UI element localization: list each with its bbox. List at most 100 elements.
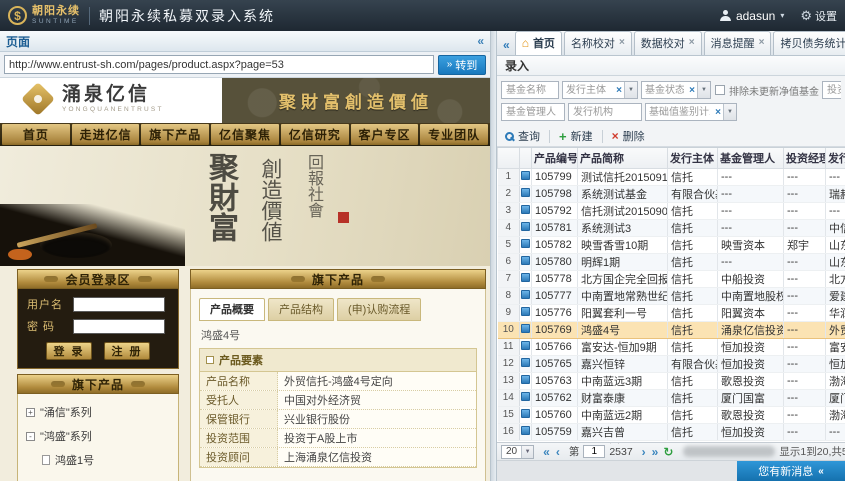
tab-data-check[interactable]: 数据校对 × <box>634 31 702 55</box>
clear-icon[interactable]: × <box>687 85 697 96</box>
site-logo[interactable]: 涌泉亿信 YONGQUANENTRUST <box>22 83 164 115</box>
site-nav-item[interactable]: 旗下产品 <box>141 124 209 145</box>
dropdown-icon[interactable]: ▼ <box>697 82 710 98</box>
org-filter[interactable] <box>568 103 642 121</box>
row-detail-icon[interactable] <box>521 307 530 316</box>
tab-message-reminder[interactable]: 消息提醒 × <box>704 31 772 55</box>
base-filter[interactable]: × ▼ <box>645 103 737 121</box>
site-nav-item[interactable]: 首页 <box>2 124 70 145</box>
close-icon[interactable]: × <box>689 38 695 48</box>
issuer-filter-input[interactable] <box>563 83 614 97</box>
dropdown-icon[interactable]: ▼ <box>624 82 637 98</box>
site-nav-item[interactable]: 专业团队 <box>420 124 488 145</box>
issuer-filter[interactable]: × ▼ <box>562 81 638 99</box>
row-detail-icon[interactable] <box>521 358 530 367</box>
expand-icon[interactable]: + <box>26 408 35 417</box>
table-row[interactable]: 15 105760 中南蓝远2期 信托 歌恩投资 --- 渤海 <box>498 406 845 423</box>
pm-filter[interactable] <box>822 81 841 99</box>
tab-home[interactable]: ⌂ 首页 <box>515 31 562 55</box>
row-detail-icon[interactable] <box>521 273 530 282</box>
row-detail-icon[interactable] <box>521 222 530 231</box>
site-nav-item[interactable]: 客户专区 <box>351 124 419 145</box>
clear-icon[interactable]: × <box>614 85 624 96</box>
user-menu[interactable]: adasun ▾ <box>720 9 784 23</box>
row-detail-icon[interactable] <box>521 324 530 333</box>
row-detail-icon[interactable] <box>521 188 530 197</box>
panel-splitter[interactable] <box>490 31 497 481</box>
table-row[interactable]: 5 105782 映雪香雪10期 信托 映雪资本 郑宇 山东 <box>498 236 845 253</box>
tree-item-yongxin-series[interactable]: + "涌信"系列 <box>26 400 170 424</box>
table-row[interactable]: 9 105776 阳翼套利一号 信托 阳翼资本 --- 华润 <box>498 304 845 321</box>
row-detail-icon[interactable] <box>521 426 530 435</box>
fund-status-filter-input[interactable] <box>642 83 687 97</box>
fund-name-filter[interactable] <box>501 81 559 99</box>
col-header-manager[interactable]: 基金管理人 <box>718 148 784 168</box>
close-icon[interactable]: × <box>619 38 625 48</box>
page-number-input[interactable] <box>583 445 605 458</box>
table-row[interactable]: 14 105762 财富泰康 信托 厦门国富 --- 厦门 <box>498 389 845 406</box>
tab-product-structure[interactable]: 产品结构 <box>268 298 334 321</box>
username-input[interactable] <box>73 297 165 312</box>
checkbox-icon[interactable] <box>715 85 725 95</box>
tab-product-summary[interactable]: 产品概要 <box>199 298 265 321</box>
row-detail-icon[interactable] <box>521 375 530 384</box>
base-filter-input[interactable] <box>646 105 713 119</box>
col-header-product-id[interactable]: 产品编号 <box>532 148 578 168</box>
first-page-button[interactable]: « <box>542 446 551 458</box>
url-input[interactable] <box>4 55 434 74</box>
row-detail-icon[interactable] <box>521 205 530 214</box>
password-input[interactable] <box>73 319 165 334</box>
table-row[interactable]: 13 105763 中南蓝远3期 信托 歌恩投资 --- 渤海 <box>498 372 845 389</box>
next-page-button[interactable]: › <box>641 446 647 458</box>
refresh-icon[interactable]: ↻ <box>663 445 673 459</box>
row-detail-icon[interactable] <box>521 171 530 180</box>
table-row[interactable]: 12 105765 嘉兴恒锌 有限合伙基金 恒加投资 --- 恒加 <box>498 355 845 372</box>
table-row[interactable]: 11 105766 富安达-恒加9期 信托 恒加投资 --- 富安 <box>498 338 845 355</box>
collapse-icon[interactable]: - <box>26 432 35 441</box>
tab-scroll-left-icon[interactable]: « <box>500 38 513 52</box>
exclude-stale-nav-filter[interactable]: 排除未更新净值基金 <box>715 83 819 98</box>
site-nav-item[interactable]: 亿信聚焦 <box>211 124 279 145</box>
row-detail-icon[interactable] <box>521 409 530 418</box>
collapse-panel-icon[interactable]: « <box>477 34 484 48</box>
delete-button[interactable]: × 删除 <box>612 128 645 144</box>
table-row[interactable]: 3 105792 信托测试20150909 信托 --- --- --- <box>498 202 845 219</box>
last-page-button[interactable]: » <box>651 446 660 458</box>
settings-button[interactable]: ⚙ 设置 <box>800 8 837 24</box>
new-button[interactable]: + 新建 <box>559 128 593 144</box>
table-row[interactable]: 8 105777 中南置地常熟世纪城 信托 中南置地股权投资 --- 爱建 <box>498 287 845 304</box>
table-row[interactable]: 4 105781 系统测试3 信托 --- --- 中信 <box>498 219 845 236</box>
site-nav-item[interactable]: 走进亿信 <box>72 124 140 145</box>
prev-page-button[interactable]: ‹ <box>555 446 561 458</box>
table-row[interactable]: 10 105769 鸿盛4号 信托 涌泉亿信投资 --- 外贸 <box>498 321 845 338</box>
manager-filter[interactable] <box>501 103 565 121</box>
table-row[interactable]: 16 105759 嘉兴吉曾 信托 恒加投资 --- --- <box>498 423 845 440</box>
close-icon[interactable]: × <box>759 38 765 48</box>
table-row[interactable]: 2 105798 系统测试基金 有限合伙基金 --- --- 瑞赫 <box>498 185 845 202</box>
row-detail-icon[interactable] <box>521 392 530 401</box>
table-row[interactable]: 1 105799 测试信托20150910 信托 --- --- --- <box>498 168 845 185</box>
go-button[interactable]: » 转到 <box>438 55 486 75</box>
tab-debt-statistics[interactable]: 拷贝债务统计 × <box>773 31 845 55</box>
page-size-select[interactable]: 20 ▼ <box>501 445 534 459</box>
row-detail-icon[interactable] <box>521 239 530 248</box>
login-button[interactable]: 登 录 <box>46 342 92 360</box>
tree-item-hongsheng-1[interactable]: 鸿盛1号 <box>26 448 170 472</box>
table-row[interactable]: 7 105778 北方国企完全回报 信托 中船投资 --- 北方 <box>498 270 845 287</box>
dropdown-icon[interactable]: ▼ <box>723 104 736 120</box>
row-detail-icon[interactable] <box>521 290 530 299</box>
tree-item-hongsheng-series[interactable]: - "鸿盛"系列 <box>26 424 170 448</box>
tab-subscription-process[interactable]: (申)认购流程 <box>337 298 421 321</box>
search-button[interactable]: 查询 <box>505 128 540 144</box>
table-row[interactable]: 6 105780 明辉1期 信托 --- --- 山东 <box>498 253 845 270</box>
clear-icon[interactable]: × <box>713 107 723 118</box>
site-nav-item[interactable]: 亿信研究 <box>281 124 349 145</box>
col-header-issuer[interactable]: 发行主体 <box>668 148 718 168</box>
row-detail-icon[interactable] <box>521 256 530 265</box>
register-button[interactable]: 注 册 <box>104 342 150 360</box>
row-detail-icon[interactable] <box>521 341 530 350</box>
col-header-org[interactable]: 发行机构 <box>826 148 845 168</box>
col-header-pm[interactable]: 投资经理 <box>784 148 826 168</box>
new-message-notification[interactable]: 您有新消息 « <box>737 461 845 481</box>
col-header-product-name[interactable]: 产品简称 <box>578 148 668 168</box>
